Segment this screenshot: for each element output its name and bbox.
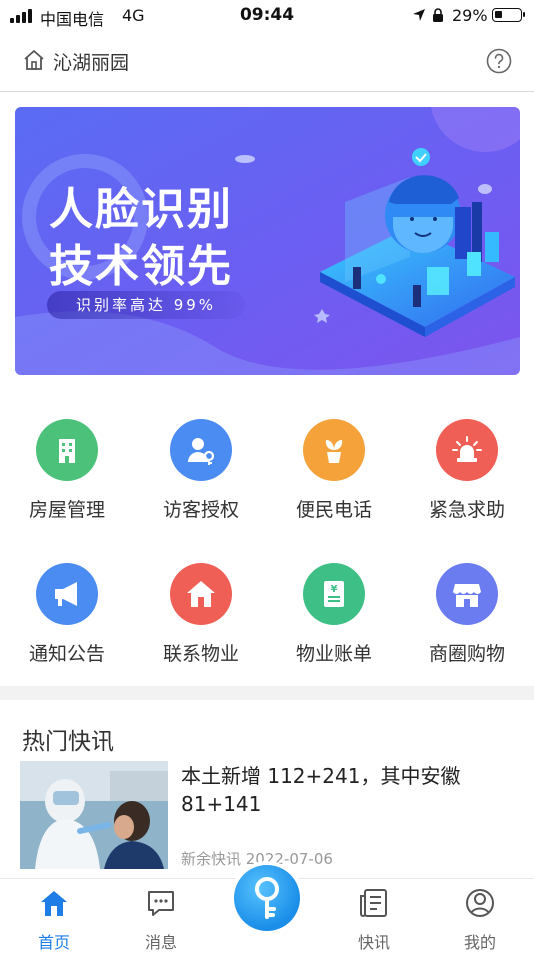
- tab-label: 首页: [37, 933, 70, 952]
- shop-icon: [436, 563, 498, 625]
- news-icon: [360, 889, 387, 917]
- feature-label: 便民电话: [295, 499, 372, 521]
- location-arrow-icon: [413, 9, 425, 21]
- banner-title-line2: 技术领先: [49, 241, 233, 292]
- banner-title-line1: 人脸识别: [49, 184, 233, 235]
- feature-property-bill[interactable]: ¥ 物业账单: [269, 549, 399, 665]
- home-icon: [41, 891, 67, 916]
- help-icon[interactable]: [486, 48, 512, 74]
- banner-subtitle: 识别率高达 99%: [47, 291, 245, 319]
- feature-shopping[interactable]: 商圈购物: [402, 549, 532, 665]
- battery-percent: 29%: [452, 6, 488, 25]
- tab-label: 消息: [144, 933, 177, 952]
- megaphone-icon: [36, 563, 98, 625]
- profile-icon: [466, 889, 494, 917]
- feature-label: 通知公告: [28, 643, 105, 665]
- alarm-light-icon: [436, 419, 498, 481]
- feature-house-management[interactable]: 房屋管理: [2, 405, 132, 521]
- orientation-lock-icon: [433, 8, 443, 22]
- visitor-key-icon: [170, 419, 232, 481]
- tab-label: 快讯: [357, 933, 390, 952]
- tab-label: 我的: [463, 933, 496, 952]
- tab-news[interactable]: 快讯: [334, 879, 414, 952]
- feature-label: 访客授权: [162, 499, 239, 521]
- feature-convenience-phone[interactable]: 便民电话: [269, 405, 399, 521]
- center-key-button[interactable]: [230, 861, 304, 935]
- message-icon: [148, 891, 174, 916]
- promo-banner[interactable]: 人脸识别 技术领先 识别率高达 99%: [15, 107, 520, 375]
- feature-emergency-help[interactable]: 紧急求助: [402, 405, 532, 521]
- svg-text:¥: ¥: [331, 584, 338, 595]
- feature-label: 联系物业: [162, 643, 239, 665]
- bill-icon: ¥: [303, 563, 365, 625]
- feature-notice[interactable]: 通知公告: [2, 549, 132, 665]
- building-icon: [36, 419, 98, 481]
- news-section-title: 热门快讯: [22, 729, 114, 755]
- feature-visitor-authorization[interactable]: 访客授权: [136, 405, 266, 521]
- plant-pot-icon: [303, 419, 365, 481]
- feature-label: 物业账单: [295, 643, 372, 665]
- feature-label: 房屋管理: [28, 499, 105, 521]
- feature-label: 商圈购物: [428, 643, 505, 665]
- tab-home[interactable]: 首页: [14, 879, 94, 952]
- tab-profile[interactable]: 我的: [440, 879, 520, 952]
- key-icon: [255, 877, 279, 919]
- tab-messages[interactable]: 消息: [121, 879, 201, 952]
- section-divider: [0, 686, 534, 700]
- feature-label: 紧急求助: [428, 499, 505, 521]
- house-icon: [170, 563, 232, 625]
- news-thumbnail[interactable]: [20, 761, 168, 869]
- news-headline[interactable]: 本土新增 112+241，其中安徽81+141: [181, 762, 501, 818]
- top-header: 沁湖丽园: [0, 32, 534, 92]
- home-icon[interactable]: [22, 48, 46, 72]
- status-bar: 中国电信 4G 09:44 29%: [0, 0, 534, 32]
- community-name[interactable]: 沁湖丽园: [53, 48, 129, 75]
- feature-contact-property[interactable]: 联系物业: [136, 549, 266, 665]
- battery-icon: [492, 8, 525, 22]
